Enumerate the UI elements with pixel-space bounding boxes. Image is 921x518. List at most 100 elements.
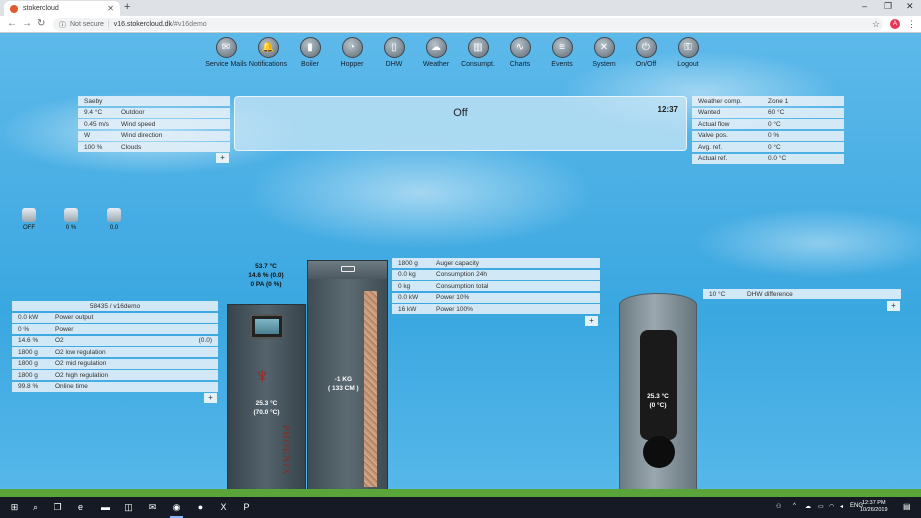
nav-item[interactable]: ☁ Weather xyxy=(415,37,457,68)
boiler-temp-wanted: (70.0 °C) xyxy=(253,409,280,416)
spotify-icon[interactable]: ● xyxy=(194,501,207,514)
boiler-display xyxy=(250,314,284,339)
boiler-icon: ▮ xyxy=(299,37,321,58)
nav-item[interactable]: ▥ Consumpt. xyxy=(457,37,499,68)
dhw-tank-graphic[interactable]: 25.3 °C (0 °C) xyxy=(619,293,697,493)
dhw-expand-button[interactable]: + xyxy=(887,301,900,311)
nav-item[interactable]: ◔ Hopper xyxy=(331,37,373,68)
boiler-temp: 25.3 °C (70.0 °C) xyxy=(228,399,305,417)
close-tab-icon[interactable]: ✕ xyxy=(107,4,114,13)
bell-icon: 🔔 xyxy=(257,37,279,58)
profile-avatar[interactable]: A xyxy=(890,19,900,29)
chrome-icon[interactable]: ◉ xyxy=(170,501,183,518)
nav-item[interactable]: ✉ Service Mails xyxy=(205,37,247,68)
boiler-row: 14.6 % O2 (0.0) xyxy=(12,335,218,346)
nav-label: DHW xyxy=(385,61,403,68)
row-label: Outdoor xyxy=(121,109,145,116)
nav-item[interactable]: ▮ Boiler xyxy=(289,37,331,68)
nav-item[interactable]: ⏻ On/Off xyxy=(625,37,667,68)
url-field[interactable]: ⓘ Not secure | v16.stokercloud.dk/#v16de… xyxy=(53,18,883,31)
dhw-info-panel: 10 °C DHW difference xyxy=(703,289,901,301)
tray-chevron-icon[interactable]: ^ xyxy=(793,503,796,509)
minimize-icon[interactable]: – xyxy=(862,1,867,11)
new-tab-icon[interactable]: + xyxy=(124,1,130,13)
nav-item[interactable]: ▯ DHW xyxy=(373,37,415,68)
nav-item[interactable]: ≡ Events xyxy=(541,37,583,68)
sensor-indicator[interactable]: 0 % xyxy=(60,208,82,231)
row-value: 1800 g xyxy=(18,360,38,367)
clock-time: 12:37 PM xyxy=(861,500,886,506)
status-time: 12:37 xyxy=(657,105,678,114)
reload-icon[interactable]: ↻ xyxy=(37,18,45,29)
row-value: Actual ref. xyxy=(698,155,728,162)
file-explorer-icon[interactable]: ▬ xyxy=(99,501,112,514)
taskbar-clock[interactable]: 12:37 PM 10/26/2019 xyxy=(860,500,888,514)
security-label: Not secure xyxy=(70,21,104,28)
boiler-expand-button[interactable]: + xyxy=(204,393,217,403)
hopper-row: 0.0 kg Consumption 24h xyxy=(392,269,600,280)
row-label: Power 10% xyxy=(436,294,470,301)
row-label: Power xyxy=(55,325,74,333)
nav-item[interactable]: ⚿ Logout xyxy=(667,37,709,68)
browser-menu-icon[interactable]: ⋮ xyxy=(907,19,916,30)
hopper-row: 16 kW Power 100% xyxy=(392,304,600,314)
address-bar-row: ← → ↻ ⓘ Not secure | v16.stokercloud.dk/… xyxy=(0,16,921,33)
boiler-temp-actual: 25.3 °C xyxy=(255,400,278,407)
powerpoint-icon[interactable]: P xyxy=(240,501,253,514)
boiler-info-panel: 58435 / v16demo 0.0 kW Power output 0 % Pow… xyxy=(12,301,218,393)
bar-chart-icon: ▥ xyxy=(467,37,489,58)
volume-icon[interactable]: ◂ xyxy=(840,503,843,510)
nav-label: Service Mails xyxy=(205,61,247,68)
people-icon[interactable]: ⚇ xyxy=(776,503,781,510)
wifi-icon[interactable]: ◠ xyxy=(829,503,834,510)
weather-expand-button[interactable]: + xyxy=(216,153,229,163)
clock-date: 10/26/2019 xyxy=(860,507,888,513)
onedrive-icon[interactable]: ☁ xyxy=(805,503,811,510)
sensor-indicator[interactable]: 0.0 xyxy=(103,208,125,231)
row-value: 0.45 m/s xyxy=(84,120,109,128)
start-icon[interactable]: ⊞ xyxy=(8,501,21,514)
boiler-pressure: 0 PA (0 %) xyxy=(250,281,282,288)
battery-icon[interactable]: ▭ xyxy=(818,503,824,510)
hopper-graphic[interactable]: -1 KG ( 133 CM ) xyxy=(307,260,388,497)
nav-item[interactable]: 🔔 Notifications xyxy=(247,37,289,68)
dhw-temp: 25.3 °C (0 °C) xyxy=(620,392,696,410)
row-label: Online time xyxy=(55,383,88,390)
boiler-graphic[interactable]: ♆ 25.3 °C (70.0 °C) PHOENIX xyxy=(227,304,306,497)
line-chart-icon: ∿ xyxy=(509,37,531,58)
task-view-icon[interactable]: ❐ xyxy=(51,501,64,514)
bookmark-star-icon[interactable]: ☆ xyxy=(872,19,880,30)
edge-icon[interactable]: e xyxy=(74,501,87,514)
fan-icon xyxy=(64,208,78,222)
excel-icon[interactable]: X xyxy=(217,501,230,514)
key-icon: ⚿ xyxy=(677,37,699,58)
window-close-icon[interactable]: ✕ xyxy=(906,1,914,12)
url-text: v16.stokercloud.dk/#v16demo xyxy=(114,21,207,28)
power-icon: ⏻ xyxy=(635,37,657,58)
row-value: 0.0 kg xyxy=(398,271,416,278)
notifications-icon[interactable]: ▤ xyxy=(903,502,911,511)
hopper-expand-button[interactable]: + xyxy=(585,316,598,326)
cloud-icon: ☁ xyxy=(425,37,447,58)
row-label: O2 mid regulation xyxy=(55,360,107,367)
nav-label: Charts xyxy=(509,61,531,68)
nav-item[interactable]: ✕ System xyxy=(583,37,625,68)
hopper-row: 0 kg Consumption total xyxy=(392,281,600,291)
search-icon[interactable]: ⌕ xyxy=(29,501,42,514)
nav-item[interactable]: ∿ Charts xyxy=(499,37,541,68)
row-label: O2 high regulation xyxy=(55,371,109,379)
restore-icon[interactable]: ❐ xyxy=(884,1,892,12)
top-navigation: ✉ Service Mails 🔔 Notifications ▮ Boiler ◔ Hopp… xyxy=(205,37,709,68)
forward-icon[interactable]: → xyxy=(22,18,32,29)
hopper-info-panel: 1800 g Auger capacity 0.0 kg Consumption 24… xyxy=(392,258,600,316)
weather-row: W Wind direction xyxy=(78,130,230,141)
back-icon[interactable]: ← xyxy=(7,18,17,29)
dhw-temp-wanted: (0 °C) xyxy=(649,402,667,409)
weather-comp-row: Weather comp. Zone 1 xyxy=(692,96,844,106)
browser-tab[interactable]: stokercloud ✕ xyxy=(4,1,120,16)
hopper-handle xyxy=(341,266,355,272)
browser-tab-strip: stokercloud ✕ + – ❐ ✕ xyxy=(0,0,921,16)
mail-icon[interactable]: ✉ xyxy=(146,501,159,514)
store-icon[interactable]: ◫ xyxy=(122,501,135,514)
sensor-indicator[interactable]: OFF xyxy=(18,208,40,231)
